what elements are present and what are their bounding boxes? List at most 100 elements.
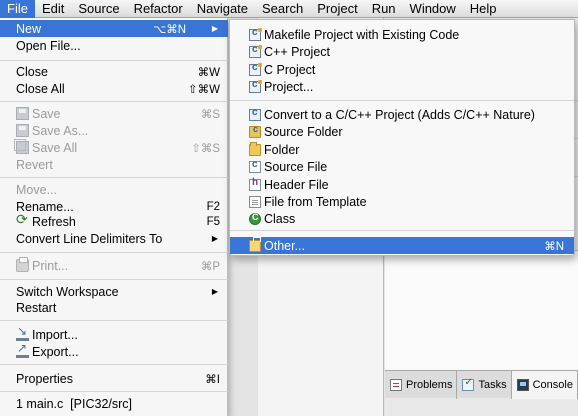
submenu-item-label: C++ Project xyxy=(264,44,331,59)
menu-item-label: Switch Workspace xyxy=(16,284,119,299)
menu-item-label: New xyxy=(16,21,42,36)
menu-separator xyxy=(230,230,574,231)
shortcut-label: F2 xyxy=(206,200,220,213)
c-project-icon xyxy=(249,44,262,58)
submenu-item-label: Source File xyxy=(264,159,328,174)
menu-item-restart[interactable]: Restart xyxy=(0,299,228,316)
bottom-view-tabs: Problems Tasks Console xyxy=(385,370,578,399)
refresh-icon xyxy=(16,211,29,228)
tab-label: Problems xyxy=(406,379,453,391)
menu-navigate[interactable]: Navigate xyxy=(190,0,255,18)
menu-item-close-all[interactable]: Close All ⇧⌘W xyxy=(0,80,228,97)
other-icon xyxy=(249,236,261,252)
tab-tasks[interactable]: Tasks xyxy=(457,371,512,399)
menu-help[interactable]: Help xyxy=(463,0,504,18)
menu-search[interactable]: Search xyxy=(255,0,310,18)
menu-file[interactable]: File xyxy=(0,0,35,18)
menu-item-label: Revert xyxy=(16,157,53,172)
submenu-arrow-icon: ▶ xyxy=(211,287,218,296)
shortcut-label: ⌘S xyxy=(200,108,220,121)
submenu-item-file-from-template[interactable]: File from Template xyxy=(230,193,574,210)
menu-item-open-file[interactable]: Open File... xyxy=(0,37,228,54)
template-file-icon xyxy=(249,195,261,208)
menu-item-save[interactable]: Save ⌘S xyxy=(0,105,228,122)
menu-item-import[interactable]: Import... xyxy=(0,324,228,343)
submenu-item-folder[interactable]: Folder xyxy=(230,141,574,158)
menu-item-label: Import... xyxy=(32,327,78,342)
menu-item-properties[interactable]: Properties ⌘I xyxy=(0,370,228,387)
menu-separator xyxy=(0,252,228,253)
menu-item-refresh[interactable]: Refresh F5 xyxy=(0,211,228,230)
menu-item-save-all[interactable]: Save All ⇧⌘S xyxy=(0,139,228,156)
menu-item-print[interactable]: Print... ⌘P xyxy=(0,257,228,274)
submenu-item-project[interactable]: Project... xyxy=(230,78,574,95)
save-all-icon xyxy=(14,139,29,154)
menu-item-save-as[interactable]: Save As... xyxy=(0,122,228,139)
menu-item-close[interactable]: Close ⌘W xyxy=(0,63,228,80)
console-view xyxy=(385,250,578,386)
shortcut-label: F5 xyxy=(206,215,220,228)
submenu-item-header-file[interactable]: Header File xyxy=(230,176,574,193)
class-icon xyxy=(249,212,261,225)
menu-item-new[interactable]: New ⌥⌘N ▶ xyxy=(0,20,228,37)
menu-run[interactable]: Run xyxy=(365,0,403,18)
menu-separator xyxy=(0,391,228,392)
submenu-item-other[interactable]: Other... ⌘N xyxy=(230,236,574,254)
c-project-icon xyxy=(249,27,262,41)
submenu-item-class[interactable]: Class xyxy=(230,210,574,227)
submenu-item-source-file[interactable]: Source File xyxy=(230,158,574,175)
source-file-icon xyxy=(249,159,261,173)
menu-item-label: Properties xyxy=(16,371,73,386)
menu-separator xyxy=(230,100,574,101)
menu-item-revert[interactable]: Revert xyxy=(0,156,228,173)
menu-refactor[interactable]: Refactor xyxy=(127,0,190,18)
submenu-item-label: Class xyxy=(264,211,296,226)
convert-icon xyxy=(249,107,261,121)
submenu-item-cpp-project[interactable]: C++ Project xyxy=(230,43,574,60)
menu-item-label: Move... xyxy=(16,182,57,197)
menu-item-switch-workspace[interactable]: Switch Workspace ▶ xyxy=(0,283,228,300)
save-icon xyxy=(16,107,29,120)
submenu-item-source-folder[interactable]: Source Folder xyxy=(230,123,574,140)
menu-separator xyxy=(0,177,228,178)
tab-problems[interactable]: Problems xyxy=(385,371,458,399)
menu-item-label: Save All xyxy=(32,140,78,155)
print-icon xyxy=(16,257,29,272)
submenu-item-label: File from Template xyxy=(264,194,367,209)
menu-item-move[interactable]: Move... xyxy=(0,181,228,198)
submenu-arrow-icon: ▶ xyxy=(211,24,218,33)
submenu-arrow-icon: ▶ xyxy=(211,234,218,243)
header-file-icon xyxy=(249,177,261,191)
menu-item-label: Export... xyxy=(32,344,79,359)
menu-item-recent-file[interactable]: 1 main.c [PIC32/src] xyxy=(0,395,228,412)
menu-item-label: 1 main.c [PIC32/src] xyxy=(16,396,133,411)
menu-item-export[interactable]: Export... xyxy=(0,341,228,360)
submenu-item-c-project[interactable]: C Project xyxy=(230,61,574,78)
submenu-item-label: Header File xyxy=(264,177,329,192)
export-icon xyxy=(16,341,29,358)
menu-item-label: Refresh xyxy=(32,214,76,229)
submenu-item-convert-project[interactable]: Convert to a C/C++ Project (Adds C/C++ N… xyxy=(230,106,574,123)
shortcut-label: ⇧⌘W xyxy=(188,83,220,96)
console-icon xyxy=(516,379,529,391)
new-submenu: Makefile Project with Existing Code C++ … xyxy=(229,19,575,256)
submenu-item-label: Convert to a C/C++ Project (Adds C/C++ N… xyxy=(264,107,535,122)
file-menu: New ⌥⌘N ▶ Open File... Close ⌘W Close Al… xyxy=(0,18,228,416)
submenu-item-label: Folder xyxy=(264,142,300,157)
problems-icon xyxy=(390,379,402,391)
menu-window[interactable]: Window xyxy=(403,0,463,18)
menu-bar: File Edit Source Refactor Navigate Searc… xyxy=(0,0,578,18)
menu-item-convert-line-delimiters[interactable]: Convert Line Delimiters To ▶ xyxy=(0,230,228,247)
menu-separator xyxy=(0,320,228,321)
menu-separator xyxy=(0,364,228,365)
tab-console[interactable]: Console xyxy=(511,371,578,399)
submenu-item-label: C Project xyxy=(264,62,316,77)
menu-source[interactable]: Source xyxy=(71,0,126,18)
submenu-item-makefile-project[interactable]: Makefile Project with Existing Code xyxy=(230,26,574,43)
menu-item-label: Close All xyxy=(16,81,65,96)
menu-edit[interactable]: Edit xyxy=(35,0,71,18)
source-folder-icon xyxy=(249,124,261,138)
submenu-item-label: Makefile Project with Existing Code xyxy=(264,27,460,42)
menu-project[interactable]: Project xyxy=(310,0,364,18)
menu-separator xyxy=(0,101,228,102)
